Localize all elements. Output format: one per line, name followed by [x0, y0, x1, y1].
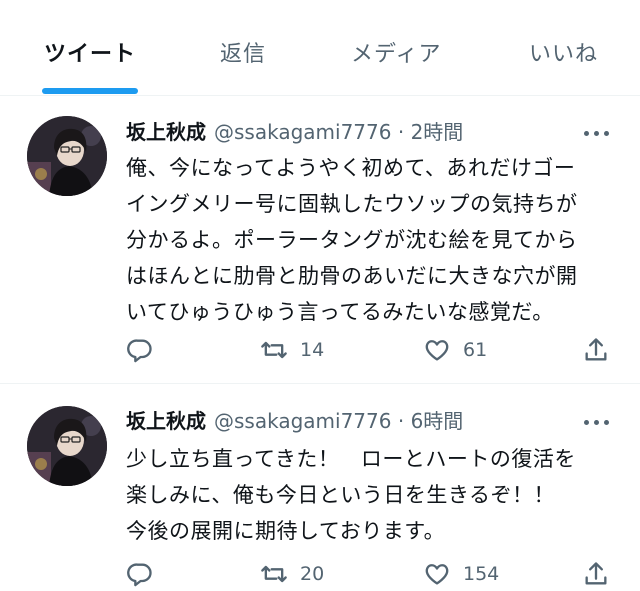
like-count: 154: [463, 563, 500, 585]
like-icon: [425, 564, 449, 585]
tab-likes[interactable]: いいね: [529, 36, 598, 70]
tweet-header: 坂上秋成 @ssakagami7776 · 2時間: [126, 118, 463, 146]
tab-media[interactable]: メディア: [351, 36, 441, 70]
timestamp[interactable]: 2時間: [411, 120, 464, 144]
author-name[interactable]: 坂上秋成: [126, 120, 206, 144]
reply-icon: [127, 339, 152, 363]
reply-button[interactable]: [126, 557, 154, 591]
avatar-image: [27, 116, 107, 196]
share-button[interactable]: [582, 333, 610, 367]
timestamp[interactable]: 6時間: [411, 409, 464, 433]
reply-icon: [127, 563, 152, 587]
tab-tweets[interactable]: ツイート: [44, 36, 136, 70]
retweet-count: 20: [300, 563, 325, 585]
like-button[interactable]: 154: [423, 557, 499, 591]
share-button[interactable]: [582, 557, 610, 591]
more-options-icon[interactable]: [582, 412, 612, 432]
author-handle[interactable]: @ssakagami7776: [214, 120, 391, 144]
tweet-text: 少し立ち直ってきた！ ローとハートの復活を 楽しみに、俺も今日という日を生きるぞ…: [126, 447, 576, 543]
reply-button[interactable]: [126, 333, 154, 367]
retweet-icon: [261, 341, 287, 359]
tweet[interactable]: 坂上秋成 @ssakagami7776 · 2時間 俺、今になってようやく初めて、…: [0, 97, 640, 384]
author-handle[interactable]: @ssakagami7776: [214, 409, 391, 433]
profile-tabs: ツイート 返信 メディア いいね: [0, 0, 640, 96]
retweet-button[interactable]: 14: [260, 333, 324, 367]
tab-replies[interactable]: 返信: [220, 36, 266, 70]
avatar[interactable]: [27, 116, 107, 196]
share-icon: [585, 338, 607, 361]
tweet-actions: 14 61: [126, 333, 616, 367]
more-options-icon[interactable]: [582, 123, 612, 143]
author-name[interactable]: 坂上秋成: [126, 409, 206, 433]
like-button[interactable]: 61: [423, 333, 487, 367]
like-icon: [425, 340, 449, 361]
avatar[interactable]: [27, 406, 107, 486]
tweet-actions: 20 154: [126, 557, 616, 591]
share-icon: [585, 562, 607, 585]
tweet-text: 俺、今になってようやく初めて、あれだけゴー イングメリー号に固執したウソップの気…: [126, 156, 578, 324]
avatar-image: [27, 406, 107, 486]
retweet-button[interactable]: 20: [260, 557, 324, 591]
retweet-count: 14: [300, 339, 325, 361]
active-tab-indicator: [42, 88, 138, 94]
tweet-header: 坂上秋成 @ssakagami7776 · 6時間: [126, 407, 463, 435]
tweet[interactable]: 坂上秋成 @ssakagami7776 · 6時間 少し立ち直ってきた！ ローとハ…: [0, 385, 640, 587]
like-count: 61: [463, 339, 488, 361]
separator: ·: [397, 120, 405, 144]
separator: ·: [397, 409, 405, 433]
retweet-icon: [261, 565, 287, 583]
